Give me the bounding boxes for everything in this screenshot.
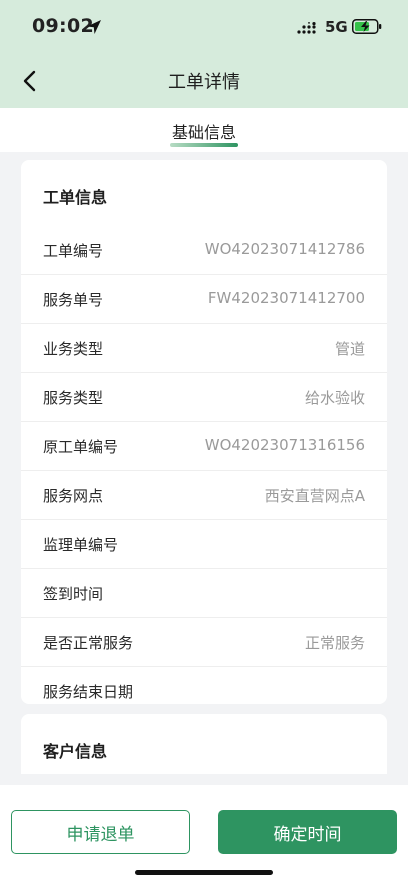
info-row-service-outlet: 服务网点 西安直营网点A <box>21 471 387 520</box>
row-label: 服务网点 <box>43 487 104 505</box>
row-label: 服务类型 <box>43 389 104 407</box>
status-time: 09:02 <box>32 15 94 37</box>
location-arrow-icon <box>87 20 101 34</box>
header: 09:02 5G 工单详情 <box>0 0 408 108</box>
bottom-action-bar: 申请退单 确定时间 <box>0 785 408 883</box>
row-label: 工单编号 <box>43 242 104 260</box>
row-value: WO42023071412786 <box>204 240 365 258</box>
confirm-time-button[interactable]: 确定时间 <box>218 810 397 854</box>
customer-info-card: 客户信息 <box>21 714 387 774</box>
info-row-supervision-number: 监理单编号 <box>21 520 387 569</box>
signal-icon <box>297 22 316 34</box>
info-row-original-order-number: 原工单编号 WO42023071316156 <box>21 422 387 471</box>
row-label: 监理单编号 <box>43 536 119 554</box>
status-bar: 09:02 5G <box>0 0 408 54</box>
row-value: 西安直营网点A <box>264 487 365 505</box>
row-value: 正常服务 <box>304 634 365 652</box>
row-value: 管道 <box>334 340 365 358</box>
info-row-business-type: 业务类型 管道 <box>21 324 387 373</box>
nav-bar: 工单详情 <box>0 54 408 108</box>
row-label: 服务结束日期 <box>43 683 134 701</box>
network-type: 5G <box>325 18 348 36</box>
battery-charging-icon <box>352 19 382 34</box>
order-info-title: 工单信息 <box>43 188 108 207</box>
tab-active-indicator <box>170 143 238 147</box>
request-cancel-button[interactable]: 申请退单 <box>11 810 190 854</box>
info-row-checkin-time: 签到时间 <box>21 569 387 618</box>
tab-label: 基础信息 <box>171 123 236 142</box>
order-info-card: 工单信息 工单编号 WO42023071412786 服务单号 FW420230… <box>21 160 387 704</box>
row-label: 原工单编号 <box>43 438 119 456</box>
info-row-normal-service: 是否正常服务 正常服务 <box>21 618 387 667</box>
row-label: 服务单号 <box>43 291 104 309</box>
info-row-service-type: 服务类型 给水验收 <box>21 373 387 422</box>
customer-info-title: 客户信息 <box>43 742 108 761</box>
row-value: FW42023071412700 <box>207 289 365 307</box>
row-label: 签到时间 <box>43 585 104 603</box>
order-info-rows: 工单编号 WO42023071412786 服务单号 FW42023071412… <box>21 226 387 716</box>
info-row-service-end-date: 服务结束日期 <box>21 667 387 716</box>
row-value: 给水验收 <box>304 389 365 407</box>
home-indicator <box>135 870 273 875</box>
tab-bar: 基础信息 <box>0 108 408 152</box>
page-title: 工单详情 <box>168 72 240 93</box>
row-value: WO42023071316156 <box>204 436 365 454</box>
row-label: 是否正常服务 <box>43 634 134 652</box>
screen: 09:02 5G 工单详情 基础信息 工单信息 工单编号 WO420230714… <box>0 0 408 883</box>
tab-basic-info[interactable]: 基础信息 <box>154 108 254 152</box>
info-row-order-number: 工单编号 WO42023071412786 <box>21 226 387 275</box>
row-label: 业务类型 <box>43 340 104 358</box>
info-row-service-number: 服务单号 FW42023071412700 <box>21 275 387 324</box>
